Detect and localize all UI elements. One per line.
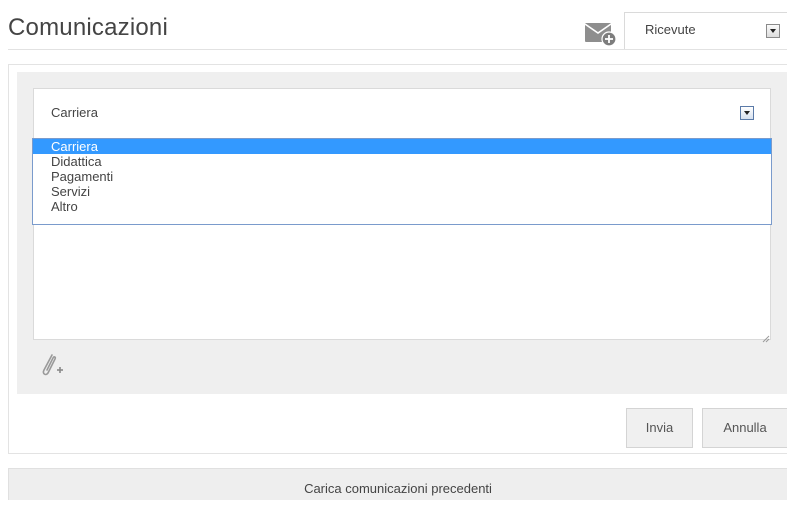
cancel-button[interactable]: Annulla: [702, 408, 787, 448]
folder-select-value: Ricevute: [645, 22, 696, 37]
load-previous-messages-button[interactable]: Carica comunicazioni precedenti: [8, 468, 787, 500]
send-button[interactable]: Invia: [626, 408, 693, 448]
page-title: Comunicazioni: [8, 14, 169, 41]
category-option-servizi[interactable]: Servizi: [33, 184, 771, 199]
resize-grip-icon[interactable]: [761, 330, 770, 343]
category-option-carriera[interactable]: Carriera: [33, 139, 771, 154]
header-divider: [8, 49, 787, 50]
category-option-didattica[interactable]: Didattica: [33, 154, 771, 169]
new-message-icon[interactable]: [584, 20, 617, 47]
category-option-altro[interactable]: Altro: [33, 199, 771, 214]
category-dropdown-list[interactable]: Carriera Didattica Pagamenti Servizi Alt…: [32, 138, 772, 225]
paperclip-plus-icon[interactable]: [38, 350, 68, 380]
category-select-value[interactable]: Carriera: [51, 105, 98, 120]
chevron-down-icon[interactable]: [766, 24, 780, 38]
category-dropdown-arrow-icon[interactable]: [740, 106, 754, 120]
category-option-pagamenti[interactable]: Pagamenti: [33, 169, 771, 184]
folder-select[interactable]: Ricevute: [624, 12, 787, 50]
